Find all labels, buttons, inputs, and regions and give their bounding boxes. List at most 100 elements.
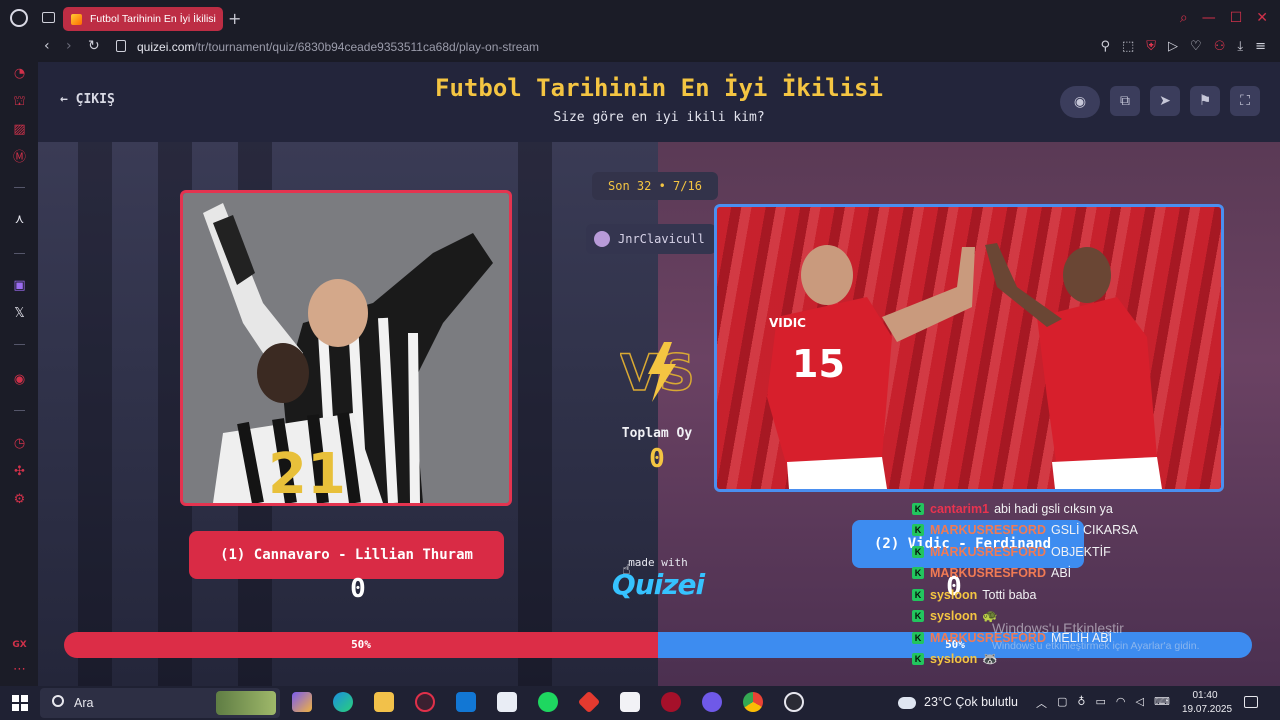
kick-badge-icon: K	[912, 567, 924, 580]
download-icon[interactable]: ⤓	[1237, 39, 1243, 54]
play-icon[interactable]: ▷	[1168, 39, 1178, 54]
heart-icon[interactable]: ♡	[1190, 39, 1202, 54]
opera-gx-icon[interactable]	[415, 692, 435, 712]
copilot-icon[interactable]	[292, 692, 312, 712]
reload-icon[interactable]: ↻	[88, 38, 100, 54]
news-icon[interactable]: ▨	[12, 122, 27, 137]
chat-message: Kcantarim1 abi hadi gsli cıksın ya	[912, 498, 1242, 520]
player-icon[interactable]: ◉	[12, 372, 27, 387]
file-explorer-icon[interactable]	[374, 692, 394, 712]
address-bar: ‹ › ↻ quizei.com/tr/tournament/quiz/6830…	[0, 36, 1280, 60]
close-icon[interactable]: ✕	[1256, 9, 1268, 27]
maximize-icon[interactable]: ☐	[1230, 9, 1243, 27]
more-icon[interactable]: ⋯	[12, 662, 27, 677]
kick-badge-icon: K	[912, 610, 924, 623]
quizei-logo[interactable]: Quizei	[598, 568, 718, 601]
players-photo: 21	[183, 193, 509, 503]
aria-ai-icon[interactable]: ⋏	[12, 212, 27, 227]
left-choice-button[interactable]: (1) Cannavaro - Lillian Thuram	[189, 531, 504, 579]
tab-menu-icon[interactable]	[42, 12, 55, 23]
windows-start-icon[interactable]	[12, 695, 28, 711]
weather-widget[interactable]: 23°C Çok bulutlu	[898, 695, 1018, 709]
riot-icon[interactable]	[661, 692, 681, 712]
store-icon[interactable]	[497, 692, 517, 712]
svg-text:15: 15	[792, 342, 845, 386]
back-nav-icon[interactable]: ‹	[44, 38, 50, 54]
outlook-icon[interactable]	[456, 692, 476, 712]
right-choice-image[interactable]: 15 VIDIC	[714, 204, 1224, 492]
settings-gear-icon[interactable]: ⚙	[12, 492, 27, 507]
keyboard-icon[interactable]: ⌨	[1154, 695, 1170, 711]
cloud-icon	[898, 696, 916, 709]
tab-active[interactable]: Futbol Tarihinin En İyi İkilisi	[63, 7, 223, 31]
discord-icon[interactable]	[702, 692, 722, 712]
anydesk-icon[interactable]	[577, 690, 601, 714]
snapshot-icon[interactable]: ⬚	[1122, 39, 1134, 54]
mouse-cursor-icon: ☝	[622, 562, 631, 578]
extensions-icon[interactable]: ✣	[12, 464, 27, 479]
speed-dial-icon[interactable]: ◔	[12, 66, 27, 81]
players-photo: 15 VIDIC	[767, 243, 1162, 489]
clock[interactable]: 01:40 19.07.2025	[1182, 689, 1233, 717]
total-votes-value: 0	[649, 444, 665, 474]
search-placeholder: Ara	[74, 696, 94, 710]
chat-username: MARKUSRESFORD	[930, 544, 1046, 559]
new-tab-button[interactable]: +	[228, 9, 241, 28]
window-controls: ⌕ — ☐ ✕	[1180, 9, 1268, 27]
history-icon[interactable]: ◷	[12, 436, 27, 451]
notification-icon[interactable]	[1244, 696, 1258, 708]
chevron-up-icon[interactable]: ︿	[1036, 695, 1047, 711]
chat-username: sysloon	[930, 609, 978, 624]
chat-text: abi hadi gsli cıksın ya	[994, 501, 1113, 516]
obs-icon[interactable]	[784, 692, 804, 712]
eye-icon[interactable]: ◉	[1060, 86, 1100, 118]
profile-icon[interactable]: ⚇	[1214, 39, 1226, 54]
kick-badge-icon: K	[912, 631, 924, 644]
twitch-icon[interactable]: ▣	[12, 278, 27, 293]
avatar	[594, 231, 610, 247]
opera-logo-icon[interactable]	[10, 9, 28, 27]
search-tabs-icon[interactable]: ⌕	[1180, 9, 1188, 27]
opera-sidebar: ◔ ⛫ ▨ Ⓜ ⋏ ▣ 𝕏 ◉ ◷ ✣ ⚙ GX ⋯	[0, 60, 38, 686]
device-icon[interactable]: ▢	[1057, 695, 1067, 711]
flag-icon[interactable]: ⚑	[1190, 86, 1220, 116]
quiz-header: ← ÇIKIŞ Futbol Tarihinin En İyi İkilisi …	[38, 62, 1280, 142]
spotify-icon[interactable]	[538, 692, 558, 712]
fullscreen-icon[interactable]: ⛶	[1230, 86, 1260, 116]
lock-icon[interactable]	[116, 40, 126, 52]
forward-nav-icon[interactable]: ›	[66, 38, 72, 54]
streamer-name: JnrClavicull	[618, 232, 705, 246]
chrome-icon[interactable]	[743, 692, 763, 712]
windows-activation-title: Windows'u Etkinleştir	[992, 620, 1124, 636]
url-path: /tr/tournament/quiz/6830b94ceade9353511c…	[194, 40, 540, 54]
x-icon[interactable]: 𝕏	[12, 306, 27, 321]
url-field[interactable]: quizei.com/tr/tournament/quiz/6830b94cea…	[137, 40, 539, 54]
volume-icon[interactable]: ◁	[1135, 695, 1143, 711]
left-progress-fill: 50%	[64, 632, 658, 658]
minimize-icon[interactable]: —	[1202, 9, 1216, 27]
gx-icon[interactable]: GX	[12, 638, 27, 653]
microphone-icon[interactable]: ♁	[1077, 695, 1085, 711]
left-choice-image[interactable]: 21	[180, 190, 512, 506]
messenger-icon[interactable]: Ⓜ	[12, 150, 27, 165]
kick-badge-icon: K	[912, 588, 924, 601]
aria-icon[interactable]: ⛫	[12, 94, 27, 109]
menu-icon[interactable]: ≡	[1255, 39, 1266, 54]
chat-username: sysloon	[930, 587, 978, 602]
notepad-icon[interactable]	[620, 692, 640, 712]
system-tray: ︿ ▢ ♁ ▭ ◠ ◁ ⌨	[1036, 695, 1170, 711]
send-icon[interactable]: ➤	[1150, 86, 1180, 116]
taskbar-search[interactable]: Ara	[40, 688, 280, 718]
battery-icon[interactable]: ▭	[1095, 695, 1105, 711]
url-domain: quizei.com	[137, 40, 195, 54]
clock-date: 19.07.2025	[1182, 704, 1233, 715]
pin-icon[interactable]: ⚲	[1100, 39, 1110, 54]
edge-icon[interactable]	[333, 692, 353, 712]
shield-icon[interactable]: ⛨	[1146, 39, 1156, 54]
browser-window: Futbol Tarihinin En İyi İkilisi + ⌕ — ☐ …	[0, 0, 1280, 686]
share-icon[interactable]: ⧉	[1110, 86, 1140, 116]
tab-favicon-icon	[71, 13, 82, 25]
wifi-icon[interactable]: ◠	[1116, 695, 1126, 711]
chat-message: K MARKUSRESFORD OBJEKTİF	[912, 541, 1242, 563]
tab-strip: Futbol Tarihinin En İyi İkilisi + ⌕ — ☐ …	[0, 0, 1280, 36]
